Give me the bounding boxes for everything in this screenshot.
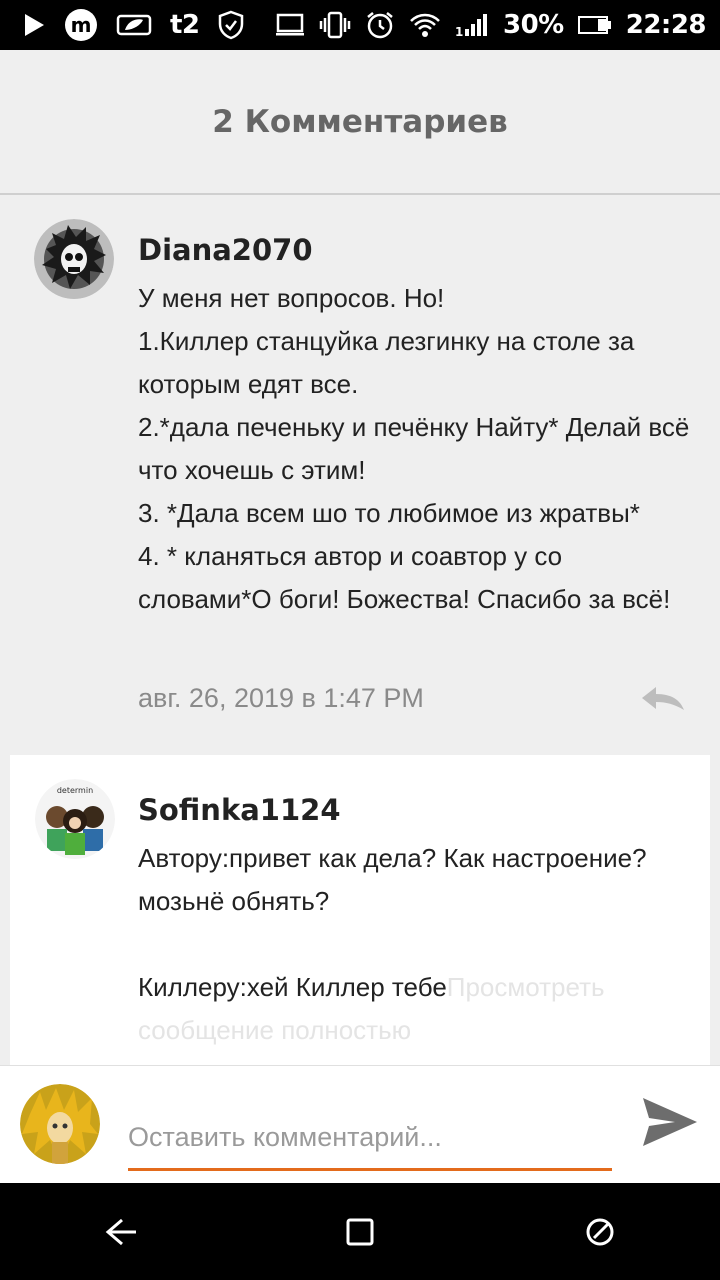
navigation-bar — [0, 1183, 720, 1280]
svg-text:1: 1 — [455, 25, 463, 38]
user-avatar-icon — [20, 1084, 100, 1164]
reply-icon[interactable] — [640, 683, 686, 718]
comment-text: Автору:привет как дела? Как настроение?м… — [138, 837, 698, 1052]
battery-percent: 30% — [503, 10, 564, 40]
comment-timestamp: авг. 26, 2019 в 1:47 PM — [138, 683, 424, 713]
play-icon — [22, 12, 46, 38]
signal-icon: 1 — [455, 12, 489, 38]
nav-back-button[interactable] — [80, 1192, 160, 1272]
characters-avatar-icon: determin — [35, 779, 115, 859]
shield-check-icon — [218, 10, 244, 40]
comment-text: У меня нет вопросов. Но! 1.Киллер станцу… — [138, 283, 690, 614]
page-title: 2 Комментариев — [212, 103, 508, 140]
comment-username[interactable]: Sofinka1124 — [138, 793, 341, 827]
back-icon — [105, 1218, 136, 1245]
leaf-app-icon — [116, 12, 152, 38]
home-icon — [346, 1218, 374, 1245]
recents-icon — [586, 1218, 614, 1245]
alarm-icon — [365, 10, 395, 40]
comment-username[interactable]: Diana2070 — [138, 233, 313, 267]
svg-text:m: m — [71, 13, 92, 37]
wifi-icon — [409, 11, 441, 39]
comment-composer — [0, 1065, 720, 1184]
avatar-caption: determin — [57, 786, 93, 795]
send-button[interactable] — [640, 1092, 700, 1152]
t2-carrier-icon: t2 — [170, 10, 200, 40]
nav-home-button[interactable] — [320, 1192, 400, 1272]
comment-input[interactable] — [128, 1106, 612, 1171]
avatar[interactable] — [34, 219, 114, 299]
battery-icon — [577, 15, 612, 35]
status-bar: m t2 1 30% 22:28 — [0, 0, 720, 50]
vibrate-icon — [319, 11, 351, 39]
skull-splatter-avatar-icon — [34, 219, 114, 299]
my-avatar — [20, 1084, 100, 1164]
cast-icon — [275, 13, 305, 37]
comment-item: Diana2070 У меня нет вопросов. Но! 1.Кил… — [0, 195, 720, 747]
avatar[interactable]: determin — [35, 779, 115, 859]
send-icon — [643, 1098, 697, 1146]
nav-recents-button[interactable] — [560, 1192, 640, 1272]
comment-item: determin Sofinka1124 Автору:привет как д… — [10, 755, 710, 1065]
comments-header: 2 Комментариев — [0, 50, 720, 195]
clock: 22:28 — [625, 10, 707, 40]
m-app-icon: m — [64, 8, 98, 42]
